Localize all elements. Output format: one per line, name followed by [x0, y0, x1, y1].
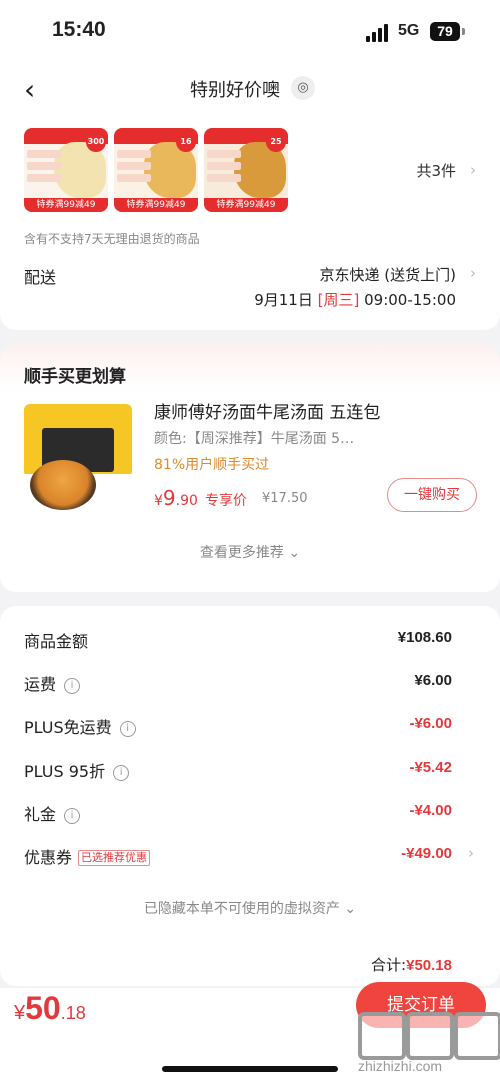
return-policy-note: 含有不支持7天无理由退货的商品: [24, 232, 200, 246]
payable-amount: ¥50.18: [14, 990, 86, 1026]
recommendation-card: 顺手买更划算 康师傅好汤面牛尾汤面 五连包 颜色:【周深推荐】牛尾汤面 5… 8…: [0, 344, 500, 592]
summary-row-shipping: 运费 i ¥6.00: [24, 672, 452, 694]
price-summary-card: 商品金额 ¥108.60 运费 i ¥6.00 PLUS免运费 i -¥6.00 P…: [0, 606, 500, 986]
home-indicator: [162, 1066, 338, 1072]
recommended-price: ¥9.90: [154, 486, 198, 510]
product-thumbnail[interactable]: 16 特券满99减49: [114, 128, 198, 212]
original-price: ¥17.50: [262, 491, 308, 506]
page-title: 特别好价噢: [190, 80, 280, 101]
recommended-product-image[interactable]: [22, 396, 134, 516]
summary-row-plus-free-shipping: PLUS免运费 i -¥6.00: [24, 715, 452, 737]
more-recommendations-link[interactable]: 查看更多推荐 ⌄: [0, 542, 500, 562]
status-bar: 15:40 5G 79: [0, 0, 500, 62]
battery-icon: 79: [430, 22, 460, 41]
info-icon[interactable]: i: [113, 765, 130, 781]
delivery-time-range: 09:00-15:00: [364, 291, 456, 309]
delivery-time[interactable]: 9月11日 [周三] 09:00-15:00: [254, 289, 456, 310]
delivery-date: 9月11日: [254, 291, 313, 309]
order-items-card: 300 特券满99减49 16 特券满99减49 25 特券满99减49 共3件…: [0, 118, 500, 330]
page-header: ‹ 特别好价噢 ◎: [0, 62, 500, 118]
summary-row-gift-money: 礼金 i -¥4.00: [24, 802, 452, 824]
product-thumbnail[interactable]: 300 特券满99减49: [24, 128, 108, 212]
recommended-coupon-tag: 已选推荐优惠: [78, 850, 151, 866]
recommendation-title: 顺手买更划算: [24, 367, 126, 387]
network-type: 5G: [398, 22, 420, 39]
checkout-bar: ¥50.18 提交订单 zhizhizhi.com: [0, 982, 500, 1082]
delivery-method[interactable]: 京东快递 (送货上门): [320, 264, 456, 285]
summary-row-coupon[interactable]: 优惠券 已选推荐优惠 -¥49.00 ›: [0, 844, 500, 868]
product-badge: 16: [176, 132, 196, 152]
product-badge: 300: [86, 132, 106, 152]
product-coupon-label: 特券满99减49: [204, 198, 288, 212]
chevron-right-icon: ›: [470, 264, 476, 282]
delivery-label: 配送: [24, 268, 57, 287]
recommended-product-name[interactable]: 康师傅好汤面牛尾汤面 五连包: [154, 398, 380, 423]
chevron-right-icon: ›: [470, 161, 476, 179]
exclusive-price-label: 专享价: [205, 493, 247, 509]
product-thumbnail[interactable]: 25 特券满99减49: [204, 128, 288, 212]
item-count[interactable]: 共3件: [416, 160, 456, 181]
chevron-right-icon: ›: [468, 844, 474, 862]
hidden-virtual-assets-toggle[interactable]: 已隐藏本单不可使用的虚拟资产 ⌄: [0, 898, 500, 918]
one-click-buy-button[interactable]: 一键购买: [387, 478, 477, 512]
recommended-buyers-note: 81%用户顺手买过: [154, 457, 270, 473]
watermark: zhizhizhi.com: [354, 1008, 500, 1074]
info-icon[interactable]: i: [64, 808, 81, 824]
recommended-product-variant: 颜色:【周深推荐】牛尾汤面 5…: [154, 431, 355, 447]
status-time: 15:40: [52, 18, 106, 41]
product-coupon-label: 特券满99减49: [114, 198, 198, 212]
signal-icon: [366, 24, 392, 42]
battery-tip: [462, 28, 465, 35]
info-icon[interactable]: i: [119, 721, 136, 737]
product-badge: 25: [266, 132, 286, 152]
location-pin-icon[interactable]: ◎: [291, 76, 315, 100]
delivery-weekday: [周三]: [317, 291, 360, 309]
summary-row-plus-discount: PLUS 95折 i -¥5.42: [24, 759, 452, 781]
product-coupon-label: 特券满99减49: [24, 198, 108, 212]
order-total: 合计:¥50.18: [371, 956, 452, 974]
info-icon[interactable]: i: [64, 678, 81, 694]
summary-row-goods-amount: 商品金额 ¥108.60: [24, 629, 452, 651]
